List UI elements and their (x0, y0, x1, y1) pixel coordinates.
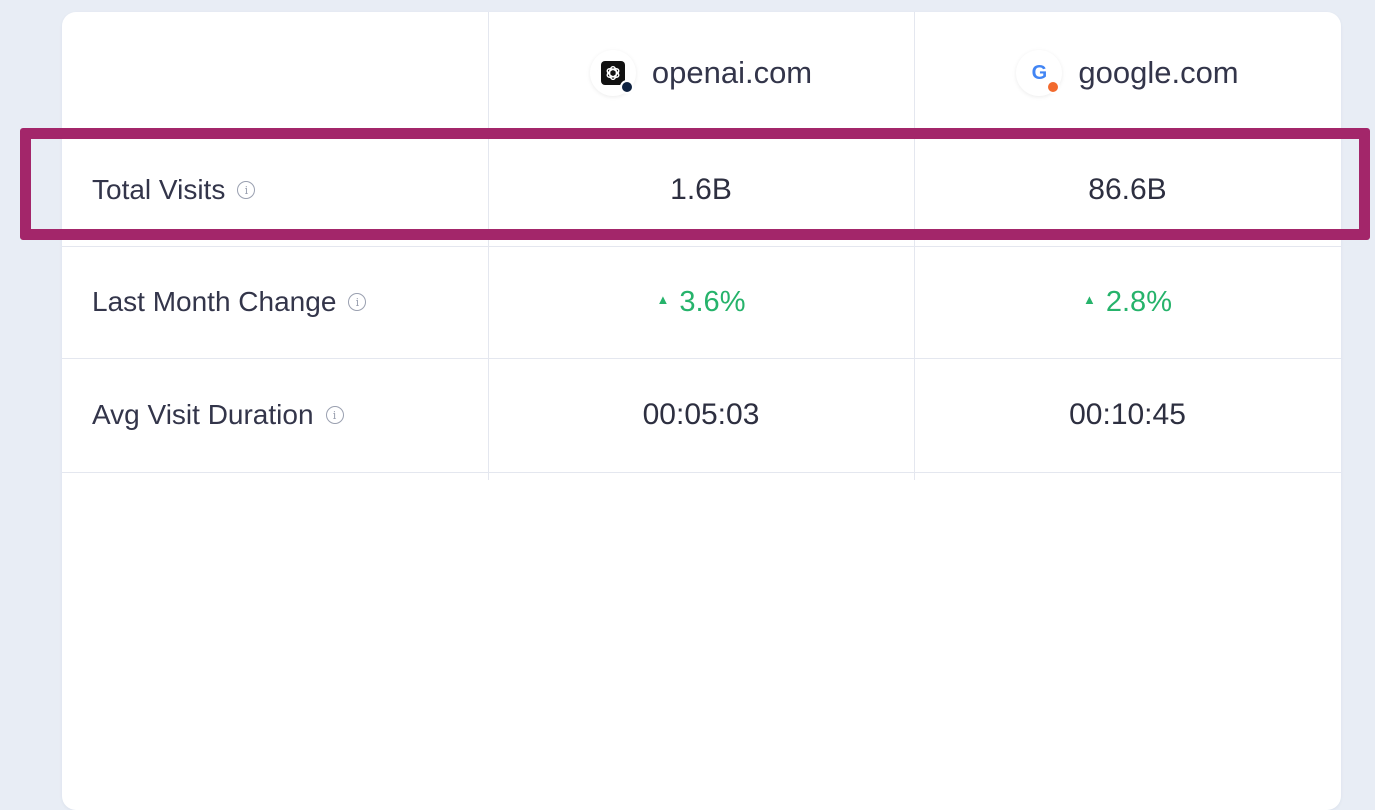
trend-up-icon: ▲ (1083, 291, 1096, 307)
metric-value-change: ▲ 3.6% (656, 285, 746, 318)
metric-value: 1.6B (670, 173, 732, 206)
site-color-dot (619, 80, 634, 94)
table-row-last-month-change: Last Month Change i ▲ 3.6% ▲ 2.8% (62, 246, 1341, 358)
info-icon[interactable]: i (348, 293, 367, 311)
metric-value: 00:10:45 (1069, 398, 1186, 431)
metric-value: 00:05:03 (642, 398, 760, 431)
comparison-card: openai.com G google.com Total Visits i 1… (62, 12, 1341, 810)
metric-label: Last Month Change (92, 286, 337, 317)
header-site-openai[interactable]: openai.com (488, 50, 914, 96)
metric-label: Avg Visit Duration (92, 399, 314, 430)
metric-label: Total Visits (92, 174, 226, 205)
row-divider (62, 472, 1341, 473)
metric-value-change: ▲ 2.8% (1083, 285, 1172, 318)
info-icon[interactable]: i (237, 181, 256, 199)
site-domain: google.com (1078, 55, 1239, 90)
table-header-row: openai.com G google.com (62, 12, 1341, 134)
header-site-google[interactable]: G google.com (914, 50, 1341, 96)
openai-logo-icon (589, 50, 636, 96)
metric-value: 86.6B (1088, 173, 1167, 206)
table-row-total-visits: Total Visits i 1.6B 86.6B (62, 134, 1341, 246)
trend-up-icon: ▲ (656, 291, 670, 307)
site-color-dot (1046, 80, 1061, 94)
site-domain: openai.com (651, 55, 813, 90)
table-row-avg-visit-duration: Avg Visit Duration i 00:05:03 00:10:45 (62, 358, 1341, 472)
info-icon[interactable]: i (325, 406, 344, 424)
google-logo-icon: G (1016, 50, 1063, 96)
